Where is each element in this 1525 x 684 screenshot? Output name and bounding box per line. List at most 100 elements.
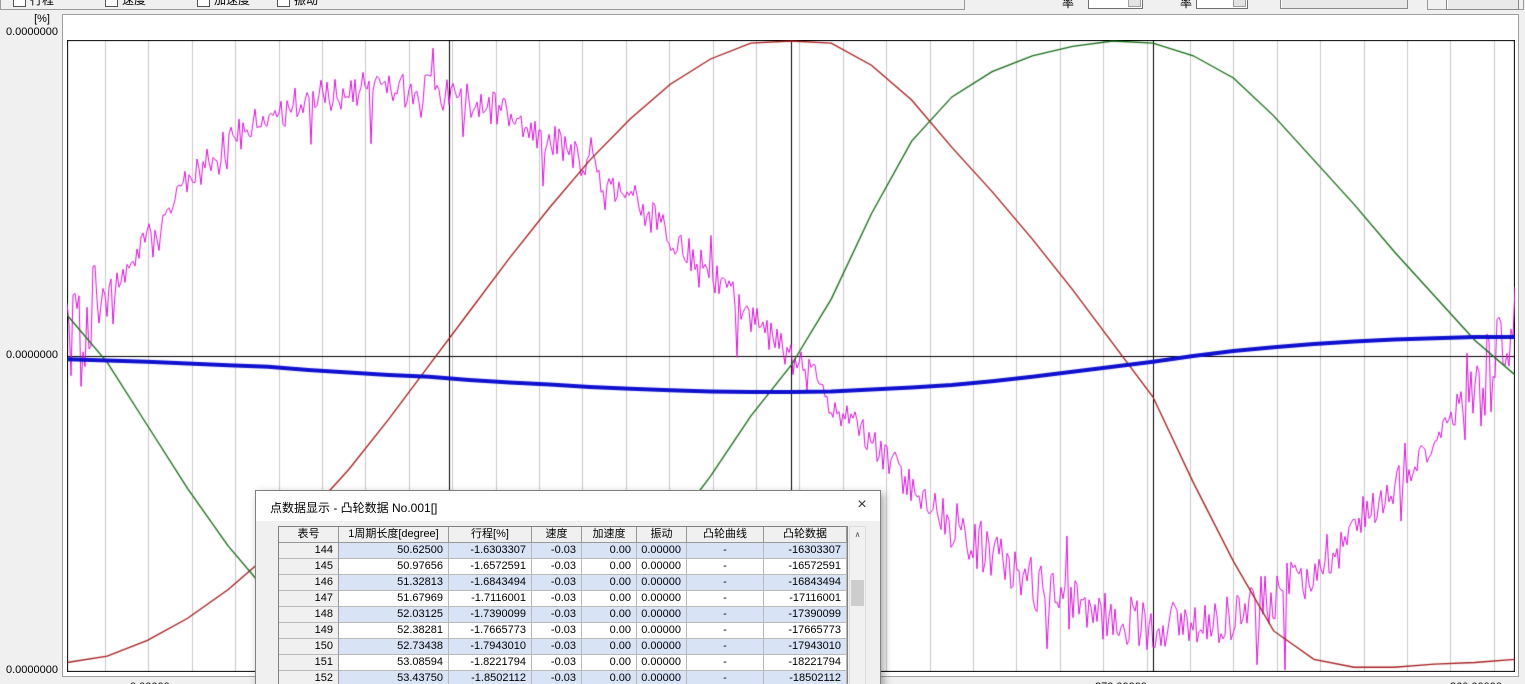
table-cell: -1.6572591 [449, 559, 532, 575]
table-header-row: 表号1周期长度[degree]行程[%]速度加速度振动凸轮曲线凸轮数据 [279, 527, 847, 543]
application-window: 行程速度加速度振动 率 率 [%] 0.00000000.00000000.00… [0, 0, 1525, 684]
point-data-dialog: 点数据显示 - 凸轮数据 No.001[] × 表号1周期长度[degree]行… [255, 490, 881, 684]
table-cell: 0.00000 [637, 607, 687, 623]
y-tick-label: 0.0000000 [0, 664, 58, 676]
table-cell: 0.00000 [637, 671, 687, 684]
table-cell: 50.62500 [339, 543, 449, 559]
table-header-cell: 行程[%] [449, 527, 532, 543]
table-cell: -1.7390099 [449, 607, 532, 623]
table-cell: 50.97656 [339, 559, 449, 575]
table-cell: 52.38281 [339, 623, 449, 639]
table-cell: 0.00 [582, 623, 637, 639]
scale-spinner-1-input[interactable] [1090, 0, 1131, 7]
table-row[interactable]: 15153.08594-1.8221794-0.030.000.00000--1… [279, 655, 847, 671]
table-header-cell: 表号 [279, 527, 339, 543]
curve-toggle-panel: 行程 速度 加速度 振动 [0, 0, 965, 10]
curve-checkbox-group[interactable]: 加速度 [197, 0, 250, 7]
table-row[interactable]: 14651.32813-1.6843494-0.030.000.00000--1… [279, 575, 847, 591]
table-header-cell: 凸轮曲线 [687, 527, 764, 543]
table-cell: -18502112 [764, 671, 847, 684]
scrollbar-up-icon[interactable]: ∧ [850, 527, 865, 543]
table-cell: 0.00000 [637, 543, 687, 559]
curve-checkbox-group[interactable]: 振动 [277, 0, 318, 7]
checkbox-icon[interactable] [105, 0, 118, 7]
checkbox-label: 加速度 [214, 0, 250, 7]
scale-spinner-1[interactable] [1088, 0, 1143, 9]
scale-spinner-2[interactable] [1196, 0, 1248, 9]
table-cell: -0.03 [532, 543, 582, 559]
table-cell: 151 [279, 655, 339, 671]
toolbar-button-2[interactable] [1446, 0, 1519, 10]
table-header-cell: 凸轮数据 [764, 527, 847, 543]
table-cell: -0.03 [532, 559, 582, 575]
table-row[interactable]: 15253.43750-1.8502112-0.030.000.00000--1… [279, 671, 847, 684]
checkbox-icon[interactable] [277, 0, 290, 7]
table-row[interactable]: 15052.73438-1.7943010-0.030.000.00000--1… [279, 639, 847, 655]
table-cell: -0.03 [532, 575, 582, 591]
table-row[interactable]: 14952.38281-1.7665773-0.030.000.00000--1… [279, 623, 847, 639]
table-cell: - [687, 655, 764, 671]
table-cell: 0.00 [582, 671, 637, 684]
table-cell: -17665773 [764, 623, 847, 639]
spinner-1-dropdown-icon[interactable] [1128, 0, 1141, 7]
checkbox-label: 速度 [122, 0, 146, 7]
toolbar-button-1[interactable] [1280, 0, 1408, 9]
scrollbar-thumb[interactable] [851, 580, 864, 606]
table-cell: -18221794 [764, 655, 847, 671]
table-row[interactable]: 14450.62500-1.6303307-0.030.000.00000--1… [279, 543, 847, 559]
table-cell: 0.00000 [637, 591, 687, 607]
table-cell: -1.7943010 [449, 639, 532, 655]
curve-checkbox-group[interactable]: 行程 [13, 0, 54, 7]
checkbox-label: 行程 [30, 0, 54, 7]
table-cell: -1.6843494 [449, 575, 532, 591]
table-cell: -16843494 [764, 575, 847, 591]
table-header-cell: 加速度 [582, 527, 637, 543]
dialog-titlebar[interactable]: 点数据显示 - 凸轮数据 No.001[] × [256, 491, 880, 521]
table-cell: -0.03 [532, 607, 582, 623]
table-cell: 51.67969 [339, 591, 449, 607]
table-cell: 0.00000 [637, 559, 687, 575]
table-cell: 53.08594 [339, 655, 449, 671]
scale-label-2: 率 [1180, 0, 1192, 11]
table-cell: 0.00000 [637, 655, 687, 671]
table-scrollbar[interactable]: ∧ [849, 526, 866, 684]
table-cell: 0.00 [582, 639, 637, 655]
table-cell: 0.00 [582, 655, 637, 671]
y-tick-label: 0.0000000 [0, 349, 58, 361]
table-cell: -1.8502112 [449, 671, 532, 684]
table-cell: 53.43750 [339, 671, 449, 684]
scale-label-1: 率 [1062, 0, 1074, 11]
table-cell: - [687, 575, 764, 591]
table-cell: 0.00000 [637, 623, 687, 639]
table-cell: 0.00000 [637, 639, 687, 655]
spinner-2-dropdown-icon[interactable] [1233, 0, 1246, 7]
table-cell: 150 [279, 639, 339, 655]
table-cell: -0.03 [532, 639, 582, 655]
table-cell: 0.00000 [637, 575, 687, 591]
table-cell: - [687, 607, 764, 623]
table-cell: 52.03125 [339, 607, 449, 623]
table-cell: -0.03 [532, 623, 582, 639]
y-axis-unit-label: [%] [0, 13, 50, 25]
table-cell: 0.00 [582, 607, 637, 623]
table-cell: 146 [279, 575, 339, 591]
table-cell: - [687, 591, 764, 607]
curve-checkbox-group[interactable]: 速度 [105, 0, 146, 7]
table-cell: -16572591 [764, 559, 847, 575]
table-row[interactable]: 14852.03125-1.7390099-0.030.000.00000--1… [279, 607, 847, 623]
scale-spinner-2-input[interactable] [1198, 0, 1236, 7]
table-cell: 149 [279, 623, 339, 639]
table-header-cell: 振动 [637, 527, 687, 543]
table-cell: - [687, 559, 764, 575]
checkbox-icon[interactable] [197, 0, 210, 7]
table-cell: 144 [279, 543, 339, 559]
table-row[interactable]: 14751.67969-1.7116001-0.030.000.00000--1… [279, 591, 847, 607]
table-cell: 0.00 [582, 543, 637, 559]
table-cell: -17390099 [764, 607, 847, 623]
table-cell: - [687, 639, 764, 655]
checkbox-icon[interactable] [13, 0, 26, 7]
table-cell: - [687, 623, 764, 639]
table-row[interactable]: 14550.97656-1.6572591-0.030.000.00000--1… [279, 559, 847, 575]
close-icon[interactable]: × [852, 495, 872, 515]
table-cell: -17116001 [764, 591, 847, 607]
